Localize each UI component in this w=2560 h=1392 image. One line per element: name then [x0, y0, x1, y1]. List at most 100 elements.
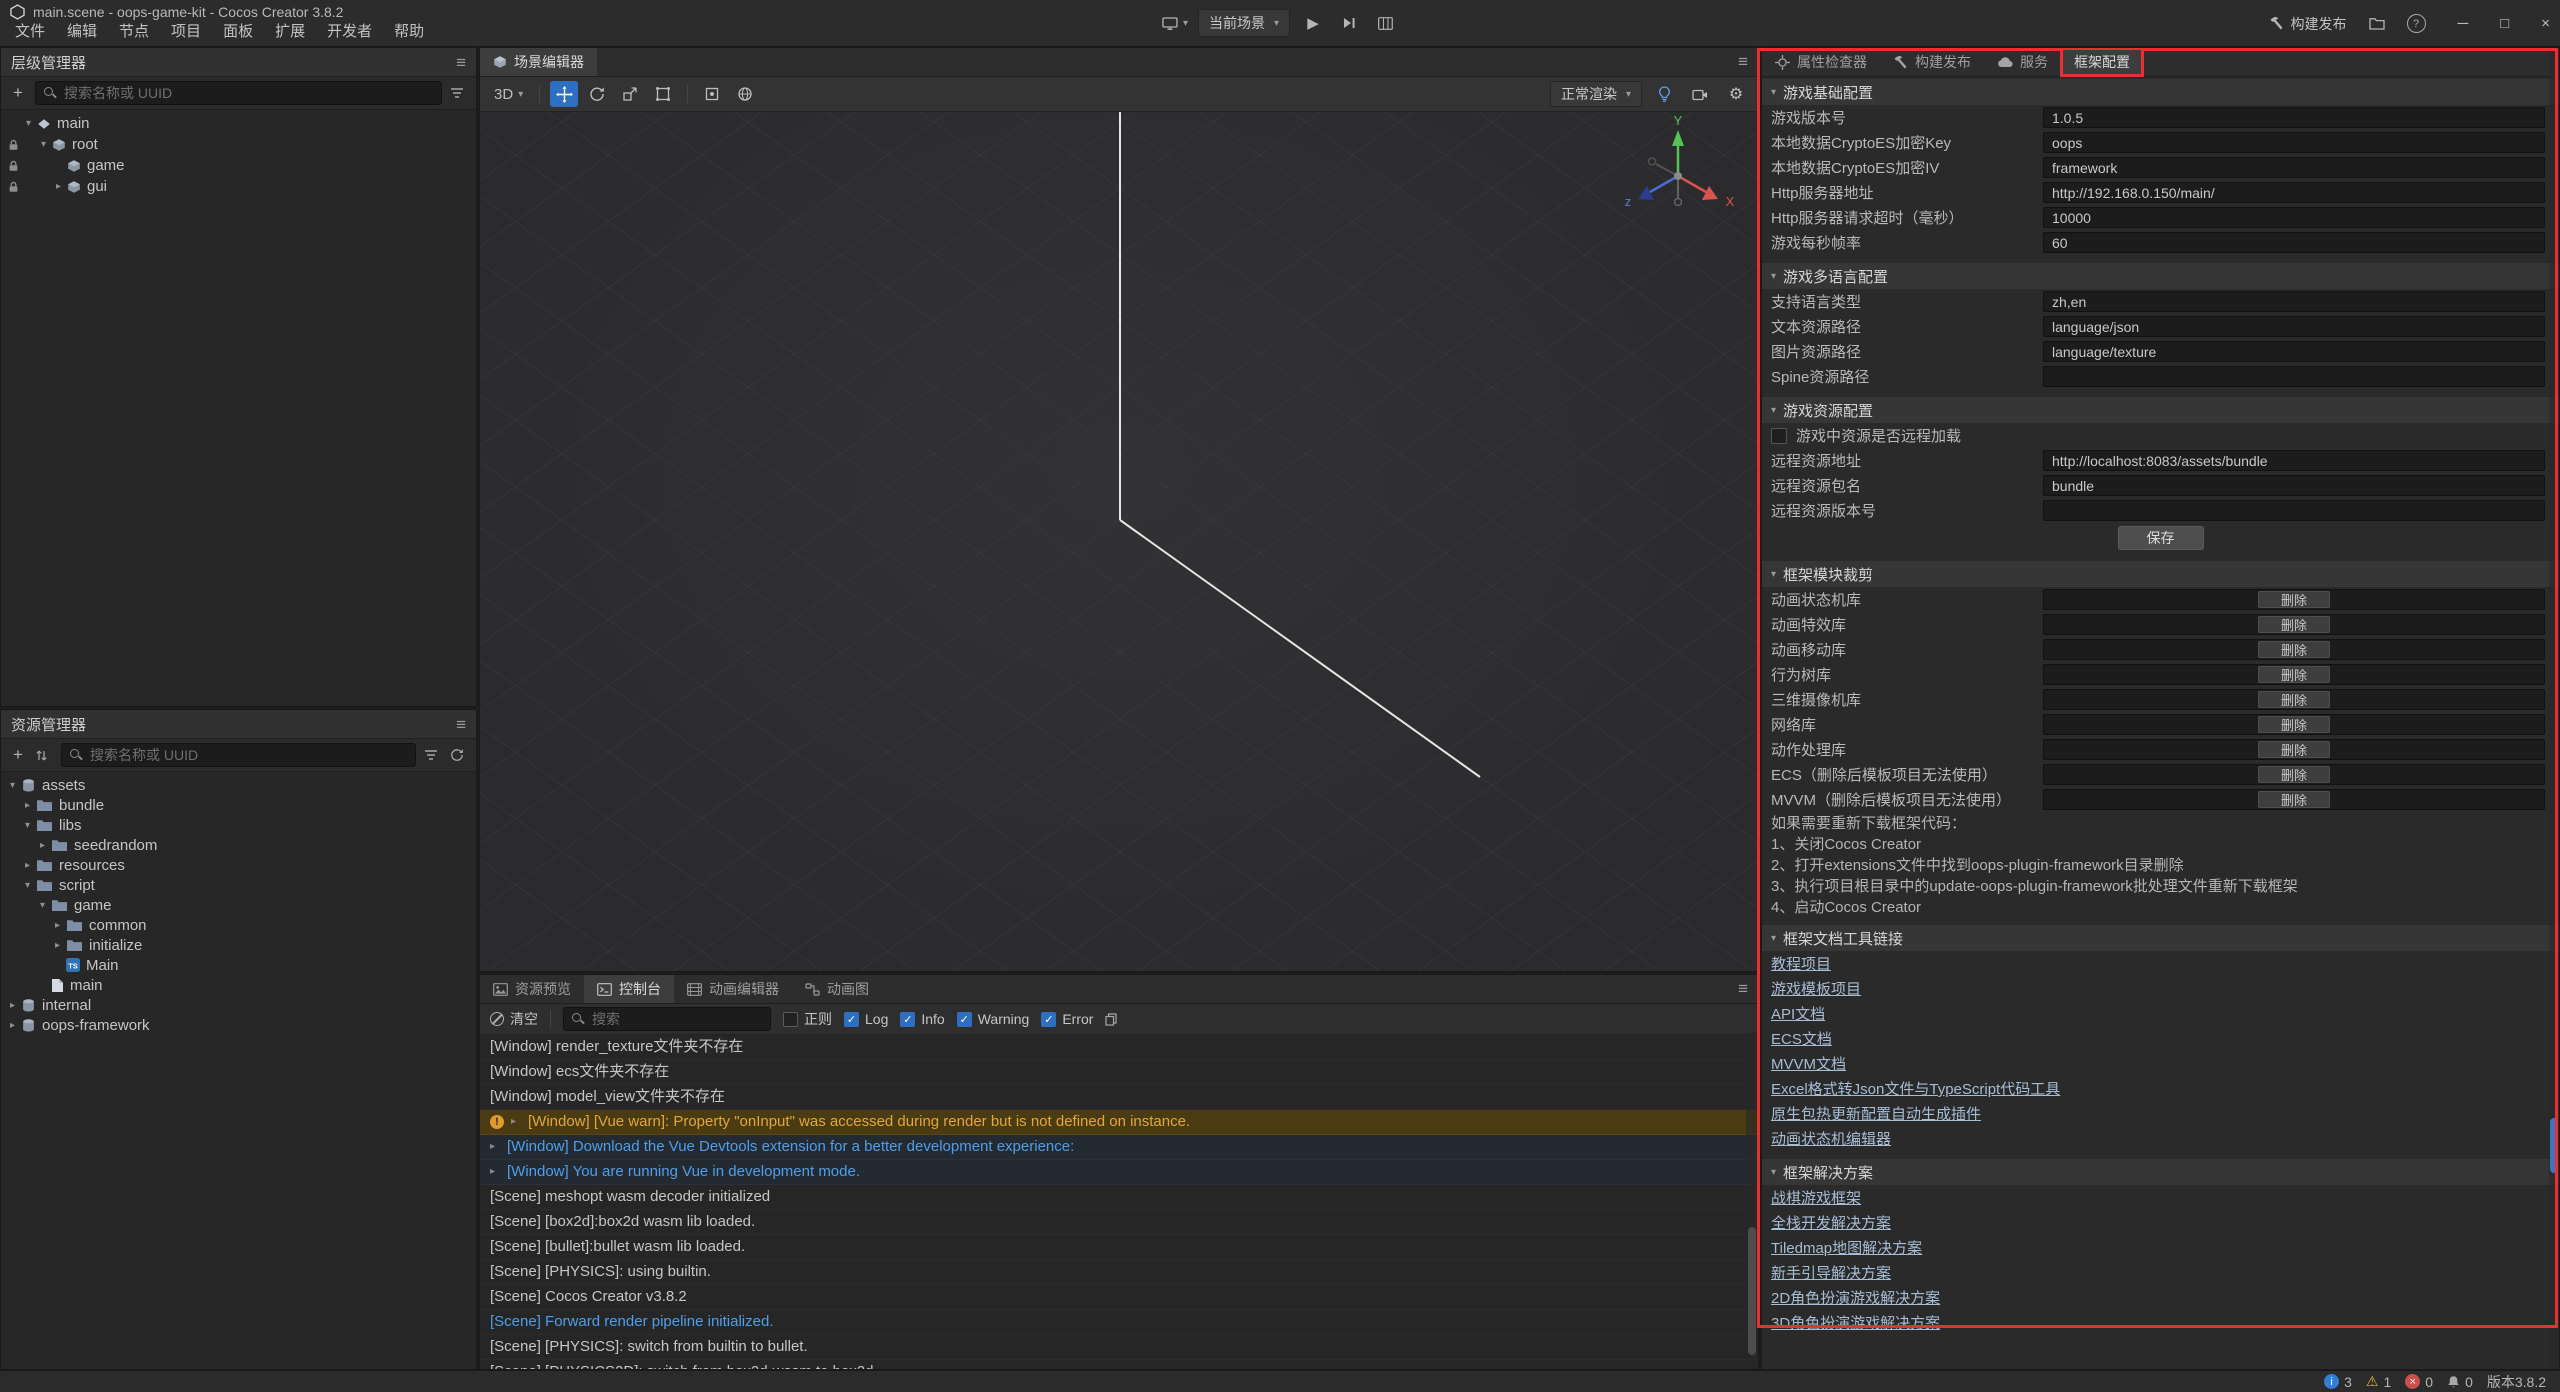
filter-info[interactable]: ✓Info — [900, 1011, 944, 1027]
delete-button[interactable]: 删除 — [2258, 641, 2330, 658]
asset-node[interactable]: ▸resources — [1, 855, 476, 875]
regex-checkbox[interactable] — [783, 1012, 798, 1027]
property-input[interactable] — [2043, 450, 2545, 471]
property-input[interactable] — [2043, 157, 2545, 178]
console-tab-2[interactable]: 动画编辑器 — [674, 975, 792, 1003]
property-input[interactable] — [2043, 291, 2545, 312]
console-search-input[interactable] — [563, 1007, 771, 1031]
checkbox[interactable]: ✓ — [900, 1012, 915, 1027]
panel-menu-icon[interactable]: ≡ — [1738, 980, 1748, 997]
chevron-right-icon[interactable]: ▸ — [490, 1160, 500, 1184]
remote-load-checkbox[interactable] — [1771, 428, 1787, 444]
panel-menu-icon[interactable]: ≡ — [456, 716, 466, 733]
assets-search-field[interactable] — [88, 746, 407, 764]
log-row[interactable]: [Scene] [PHYSICS]: switch from builtin t… — [480, 1335, 1758, 1360]
inspector-tab-2[interactable]: 服务 — [1984, 48, 2061, 76]
filter-log[interactable]: ✓Log — [844, 1011, 888, 1027]
hierarchy-node[interactable]: ▸gui — [1, 176, 476, 197]
inspector-scrollbar[interactable] — [2549, 48, 2559, 1369]
refresh-icon[interactable] — [450, 748, 468, 762]
doc-link[interactable]: ECS文档 — [1771, 1028, 1832, 1049]
asset-node[interactable]: TSMain — [1, 955, 476, 975]
tab-scene-editor[interactable]: 场景编辑器 — [480, 48, 597, 76]
close-button[interactable]: × — [2541, 15, 2550, 32]
build-publish-button[interactable]: 构建发布 — [2269, 14, 2347, 34]
log-row[interactable]: [Scene] [PHYSICS2D]: switch from box2d-w… — [480, 1360, 1758, 1369]
copy-log-icon[interactable] — [1105, 1013, 1123, 1026]
chevron-down-icon[interactable]: ▾ — [20, 880, 35, 891]
log-row[interactable]: [Scene] [box2d]:box2d wasm lib loaded. — [480, 1210, 1758, 1235]
chevron-right-icon[interactable]: ▸ — [20, 860, 35, 871]
doc-link[interactable]: 2D角色扮演游戏解决方案 — [1771, 1287, 1940, 1308]
doc-link[interactable]: 原生包热更新配置自动生成插件 — [1771, 1103, 1981, 1124]
log-row[interactable]: [Window] model_view文件夹不存在 — [480, 1085, 1758, 1110]
menu-item[interactable]: 文件 — [4, 17, 56, 46]
asset-node[interactable]: ▾script — [1, 875, 476, 895]
asset-node[interactable]: main — [1, 975, 476, 995]
chevron-down-icon[interactable]: ▾ — [35, 900, 50, 911]
doc-link[interactable]: 3D角色扮演游戏解决方案 — [1771, 1312, 1940, 1333]
menu-item[interactable]: 扩展 — [264, 17, 316, 46]
filter-icon[interactable] — [424, 749, 442, 761]
section-header[interactable]: ▾游戏资源配置 — [1762, 397, 2559, 423]
delete-button[interactable]: 删除 — [2258, 791, 2330, 808]
rotate-tool-button[interactable] — [583, 81, 611, 107]
delete-button[interactable]: 删除 — [2258, 591, 2330, 608]
chevron-down-icon[interactable]: ▾ — [20, 820, 35, 831]
delete-button[interactable]: 删除 — [2258, 716, 2330, 733]
asset-node[interactable]: ▾game — [1, 895, 476, 915]
console-scrollbar[interactable] — [1746, 1032, 1758, 1368]
delete-button[interactable]: 删除 — [2258, 741, 2330, 758]
render-mode-select[interactable]: 正常渲染 ▾ — [1550, 81, 1642, 107]
doc-link[interactable]: MVVM文档 — [1771, 1053, 1846, 1074]
chevron-right-icon[interactable]: ▸ — [50, 940, 65, 951]
warning-count[interactable]: ⚠ 1 — [2366, 1373, 2391, 1390]
section-header[interactable]: ▾游戏基础配置 — [1762, 79, 2559, 105]
panel-menu-icon[interactable]: ≡ — [456, 54, 466, 71]
save-button[interactable]: 保存 — [2118, 526, 2204, 550]
property-input[interactable] — [2043, 316, 2545, 337]
chevron-right-icon[interactable]: ▸ — [35, 840, 50, 851]
hierarchy-node[interactable]: ▾main — [1, 113, 476, 134]
log-row[interactable]: [Window] render_texture文件夹不存在 — [480, 1035, 1758, 1060]
delete-button[interactable]: 删除 — [2258, 766, 2330, 783]
maximize-button[interactable]: □ — [2500, 15, 2509, 32]
hierarchy-node[interactable]: ▾root — [1, 134, 476, 155]
current-scene-select[interactable]: 当前场景 ▾ — [1198, 9, 1290, 37]
delete-button[interactable]: 删除 — [2258, 616, 2330, 633]
menu-item[interactable]: 帮助 — [383, 17, 435, 46]
property-input[interactable] — [2043, 232, 2545, 253]
coordinate-toggle-button[interactable] — [731, 81, 759, 107]
add-node-button[interactable]: + — [9, 83, 27, 103]
filter-icon[interactable] — [450, 87, 468, 99]
minimize-button[interactable]: ─ — [2458, 15, 2469, 32]
lock-icon[interactable] — [5, 181, 21, 193]
log-row[interactable]: [Scene] [PHYSICS]: using builtin. — [480, 1260, 1758, 1285]
menu-item[interactable]: 编辑 — [56, 17, 108, 46]
property-input[interactable] — [2043, 182, 2545, 203]
asset-node[interactable]: ▸internal — [1, 995, 476, 1015]
play-button[interactable]: ▶ — [1300, 10, 1326, 36]
mode-3d-button[interactable]: 3D ▾ — [488, 81, 529, 107]
scrollbar-thumb[interactable] — [1748, 1227, 1756, 1355]
property-input[interactable] — [2043, 341, 2545, 362]
step-button[interactable] — [1336, 10, 1362, 36]
inspector-tab-3[interactable]: 框架配置 — [2061, 48, 2143, 76]
inspector-tab-0[interactable]: 属性检查器 — [1762, 48, 1880, 76]
scrollbar-thumb[interactable] — [2550, 1118, 2558, 1173]
camera-view-button[interactable] — [1686, 81, 1714, 107]
log-row[interactable]: !▸[Window] [Vue warn]: Property "onInput… — [480, 1110, 1758, 1135]
doc-link[interactable]: 全栈开发解决方案 — [1771, 1212, 1891, 1233]
message-count[interactable]: 0 — [2447, 1374, 2473, 1390]
checkbox[interactable]: ✓ — [957, 1012, 972, 1027]
chevron-right-icon[interactable]: ▸ — [50, 920, 65, 931]
asset-node[interactable]: ▸bundle — [1, 795, 476, 815]
property-input[interactable] — [2043, 500, 2545, 521]
sort-icon[interactable] — [35, 749, 53, 762]
add-asset-button[interactable]: + — [9, 745, 27, 765]
hierarchy-search-input[interactable] — [35, 81, 442, 105]
chevron-right-icon[interactable]: ▸ — [5, 1020, 20, 1031]
lock-icon[interactable] — [5, 139, 21, 151]
doc-link[interactable]: 战棋游戏框架 — [1771, 1187, 1861, 1208]
log-row[interactable]: [Scene] meshopt wasm decoder initialized — [480, 1185, 1758, 1210]
